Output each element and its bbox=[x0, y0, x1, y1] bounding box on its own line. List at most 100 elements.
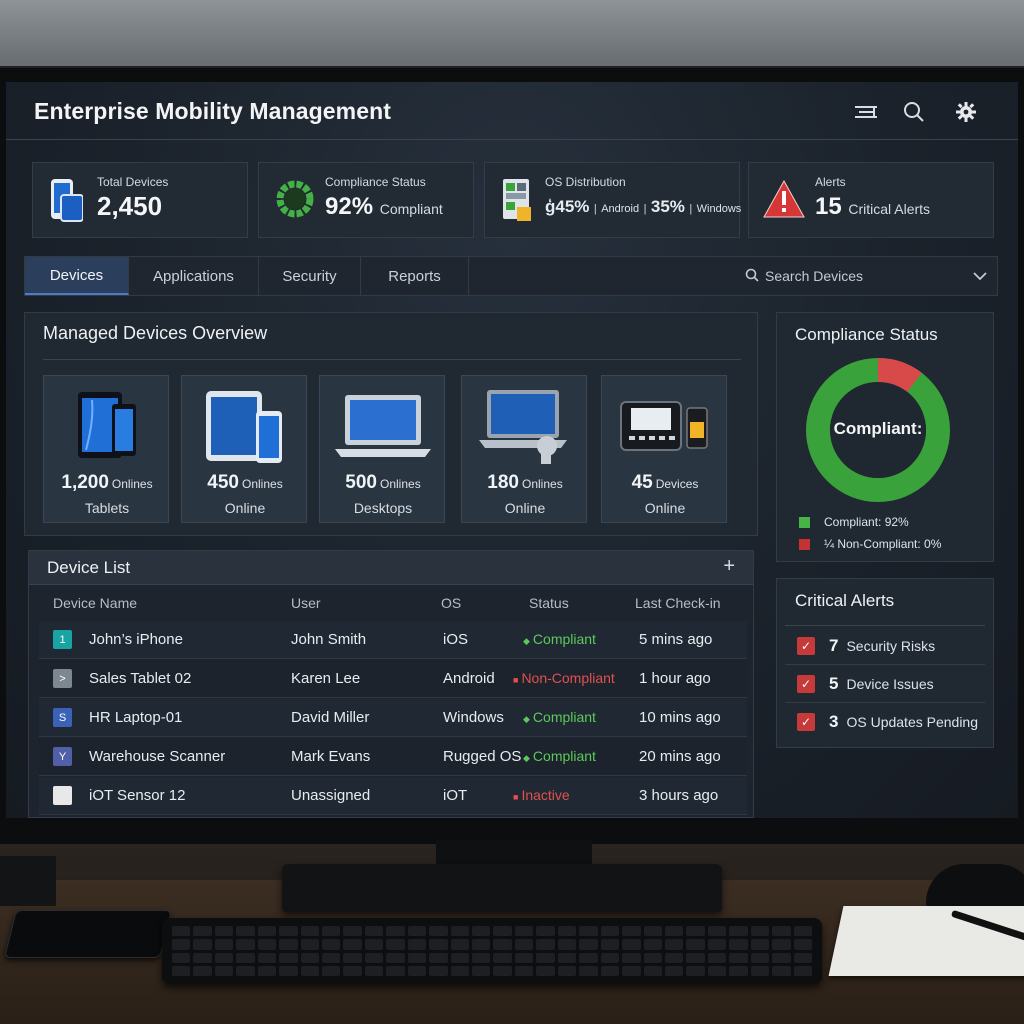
device-type-icon: > bbox=[53, 669, 72, 688]
keyboard-key bbox=[472, 965, 491, 976]
keyboard-key bbox=[772, 939, 791, 950]
keyboard-key bbox=[386, 926, 405, 937]
keyboard-key bbox=[407, 939, 427, 950]
gear-icon[interactable] bbox=[954, 100, 978, 124]
keyboard-key bbox=[193, 952, 212, 963]
os-chart-icon bbox=[503, 179, 533, 228]
app-header: Enterprise Mobility Management bbox=[6, 82, 1018, 140]
notebook bbox=[828, 906, 1024, 976]
keyboard-key bbox=[793, 952, 812, 963]
keyboard-key bbox=[193, 926, 212, 937]
tab-reports[interactable]: Reports bbox=[361, 257, 469, 295]
keyboard-key bbox=[193, 939, 212, 950]
keyboard-key bbox=[772, 926, 791, 937]
device-card[interactable]: 450 Onlines Online bbox=[181, 375, 307, 523]
tab-devices[interactable]: Devices bbox=[25, 257, 129, 295]
keyboard-key bbox=[450, 926, 470, 937]
keyboard-key bbox=[386, 965, 405, 976]
device-card[interactable]: 180 Onlines Online bbox=[461, 375, 587, 523]
table-row[interactable]: 1 John’s iPhone John Smith iOS 5 mins ago ◆ Co… bbox=[39, 621, 747, 659]
device-os: Rugged OS bbox=[443, 748, 522, 765]
keyboard-key bbox=[793, 926, 812, 937]
device-type: Tablets bbox=[84, 500, 130, 516]
keyboard-key bbox=[450, 965, 470, 976]
alert-item[interactable]: ✓ 5 Device Issues bbox=[785, 665, 985, 703]
keyboard-key bbox=[472, 926, 491, 937]
device-card[interactable]: 500 Onlines Desktops bbox=[319, 375, 445, 523]
keyboard-key bbox=[750, 926, 770, 937]
search-icon[interactable] bbox=[902, 100, 926, 124]
tab-security[interactable]: Security bbox=[259, 257, 361, 295]
table-row[interactable]: S HR Laptop-01 David Miller Windows 10 mins … bbox=[39, 699, 747, 737]
alert-item[interactable]: ✓ 3 OS Updates Pending bbox=[785, 703, 985, 741]
table-row[interactable]: iOT Sensor 12 Unassigned iOT 3 hours ago ■ In… bbox=[39, 777, 747, 815]
keyboard-key bbox=[172, 952, 191, 963]
status-badge: ◆ Compliant bbox=[523, 709, 596, 725]
device-card[interactable]: 45 Devices Online bbox=[601, 375, 727, 523]
keyboard-key bbox=[364, 952, 384, 963]
keyboard-key bbox=[772, 952, 791, 963]
device-table: 1 John’s iPhone John Smith iOS 5 mins ago ◆ Co… bbox=[29, 621, 753, 817]
check-icon[interactable]: ✓ bbox=[797, 674, 815, 693]
column-header[interactable]: OS bbox=[441, 595, 461, 611]
keyboard-key bbox=[514, 926, 534, 937]
keyboard-key bbox=[472, 952, 491, 963]
add-device-button[interactable]: + bbox=[723, 555, 735, 578]
keyboard-key bbox=[643, 952, 662, 963]
panel-title: Device List bbox=[47, 558, 131, 577]
column-header[interactable]: Device Name bbox=[53, 595, 137, 611]
device-count: 450 Onlines bbox=[207, 472, 283, 493]
keyboard-key bbox=[536, 952, 555, 963]
search-box[interactable]: Search Devices bbox=[745, 257, 999, 295]
check-icon[interactable]: ✓ bbox=[797, 713, 815, 731]
keyboard-key bbox=[493, 952, 512, 963]
device-type-icon: S bbox=[53, 708, 72, 727]
legend-swatch bbox=[799, 516, 810, 528]
table-row[interactable]: > Sales Tablet 02 Karen Lee Android 1 hour a… bbox=[39, 660, 747, 698]
panel-title: Critical Alerts bbox=[795, 591, 895, 610]
keyboard-key bbox=[279, 952, 298, 963]
alert-item[interactable]: ✓ 7 Security Risks bbox=[785, 627, 985, 665]
device-os: iOT bbox=[443, 787, 468, 804]
column-header[interactable]: User bbox=[291, 595, 321, 611]
keyboard-key bbox=[557, 965, 577, 976]
search-input[interactable]: Search Devices bbox=[765, 268, 863, 284]
column-header[interactable]: Last Check-in bbox=[635, 595, 721, 611]
stat-alerts[interactable]: Alerts 15 Critical Alerts bbox=[748, 162, 994, 238]
device-card[interactable]: 1,200 Onlines Tablets bbox=[43, 375, 169, 523]
legend-item: ¼ Non-Compliant: 0% bbox=[799, 537, 941, 551]
table-row[interactable]: Y Warehouse Scanner Mark Evans Rugged OS 20 … bbox=[39, 738, 747, 776]
keyboard-key bbox=[686, 926, 705, 937]
keyboard-key bbox=[493, 965, 512, 976]
keyboard-key bbox=[707, 965, 727, 976]
keyboard-key bbox=[686, 965, 705, 976]
keyboard-key bbox=[279, 926, 298, 937]
status-badge: ◆ Compliant bbox=[523, 631, 596, 647]
keyboard-key bbox=[429, 926, 448, 937]
keyboard-key bbox=[772, 965, 791, 976]
menu-icon[interactable] bbox=[854, 100, 878, 124]
critical-alerts-panel: Critical Alerts ✓ 7 Security Risks ✓ 5 D… bbox=[776, 578, 994, 748]
keyboard-key bbox=[236, 926, 255, 937]
stat-os-distribution[interactable]: OS Distribution ģ45% | Android | 35% | W… bbox=[484, 162, 741, 238]
check-icon[interactable]: ✓ bbox=[797, 636, 815, 655]
stat-total-devices[interactable]: Total Devices 2,450 bbox=[32, 162, 248, 238]
donut-center-label: Compliant: bbox=[833, 419, 923, 438]
tab-applications[interactable]: Applications bbox=[129, 257, 259, 295]
search-icon bbox=[745, 268, 759, 285]
chevron-down-icon[interactable] bbox=[973, 269, 987, 285]
keyboard-key bbox=[386, 952, 405, 963]
device-count: 500 Onlines bbox=[345, 472, 421, 493]
keyboard-key bbox=[364, 939, 384, 950]
keyboard-key bbox=[300, 926, 320, 937]
keyboard-key bbox=[579, 926, 598, 937]
column-header[interactable]: Status bbox=[529, 595, 569, 611]
keyboard-key bbox=[643, 939, 662, 950]
keyboard-key bbox=[172, 939, 191, 950]
stat-compliance[interactable]: Compliance Status 92% Compliant bbox=[258, 162, 474, 238]
iot-device-icon bbox=[602, 386, 728, 466]
status-badge: ◆ Compliant bbox=[523, 748, 596, 764]
keyboard-key bbox=[750, 952, 770, 963]
stat-label: Total Devices bbox=[97, 175, 169, 189]
keyboard-key bbox=[514, 952, 534, 963]
